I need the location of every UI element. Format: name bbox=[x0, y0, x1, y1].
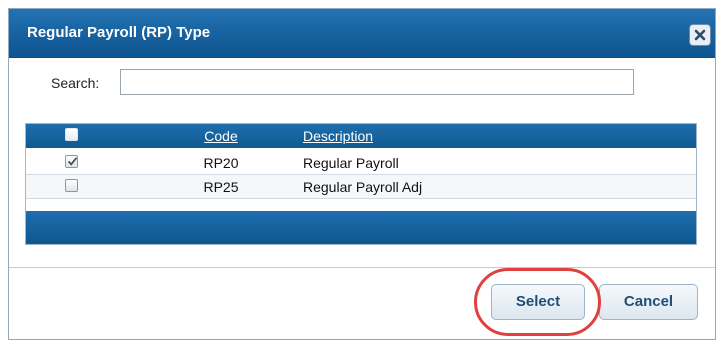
search-label: Search: bbox=[51, 75, 100, 91]
close-button[interactable] bbox=[689, 24, 711, 46]
row-checkbox-rp25[interactable] bbox=[65, 179, 79, 193]
code-column-header[interactable]: Code bbox=[176, 128, 266, 146]
select-all-checkbox[interactable] bbox=[65, 128, 79, 142]
description-column-header[interactable]: Description bbox=[303, 128, 373, 146]
table-row[interactable]: RP20 Regular Payroll bbox=[26, 151, 696, 175]
row-code: RP25 bbox=[203, 179, 239, 195]
results-grid: Code Description RP20 Regular Payroll RP… bbox=[25, 123, 697, 245]
grid-footer bbox=[26, 211, 696, 244]
row-checkbox-rp20[interactable] bbox=[65, 155, 79, 169]
table-row[interactable]: RP25 Regular Payroll Adj bbox=[26, 175, 696, 199]
code-column-label: Code bbox=[204, 128, 238, 144]
description-column-label: Description bbox=[303, 128, 374, 144]
search-input[interactable] bbox=[120, 69, 634, 95]
row-description: Regular Payroll Adj bbox=[303, 179, 423, 195]
select-button[interactable]: Select bbox=[491, 284, 585, 320]
dialog-titlebar[interactable]: Regular Payroll (RP) Type bbox=[9, 9, 715, 58]
row-checkbox-box bbox=[65, 179, 78, 192]
payroll-type-dialog: Regular Payroll (RP) Type Search: Code D… bbox=[8, 8, 716, 340]
checkmark-icon bbox=[67, 157, 78, 166]
grid-header: Code Description bbox=[26, 124, 696, 148]
grid-empty-area bbox=[26, 199, 696, 211]
row-code: RP20 bbox=[203, 155, 239, 171]
row-description: Regular Payroll bbox=[303, 155, 399, 171]
select-all-checkbox-box bbox=[65, 128, 78, 141]
dialog-title: Regular Payroll (RP) Type bbox=[27, 24, 211, 41]
footer-divider bbox=[9, 267, 715, 268]
close-icon bbox=[694, 29, 706, 41]
row-checkbox-box bbox=[65, 155, 78, 168]
cancel-button[interactable]: Cancel bbox=[599, 284, 698, 320]
search-row: Search: bbox=[9, 69, 715, 99]
